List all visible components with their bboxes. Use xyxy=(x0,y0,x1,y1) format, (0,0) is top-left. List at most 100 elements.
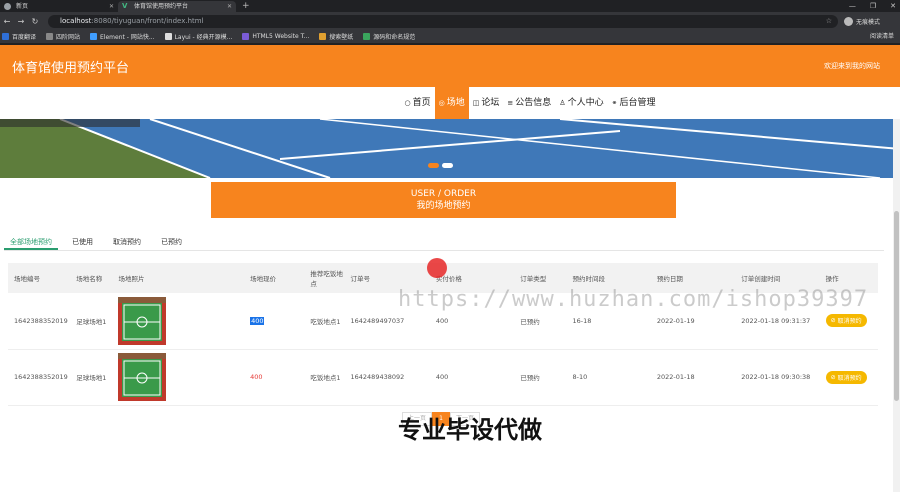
close-tab-icon[interactable]: ✕ xyxy=(227,1,232,12)
scrollbar-thumb[interactable] xyxy=(894,211,899,401)
cell-field-price: 400 xyxy=(244,293,305,350)
cell-photo xyxy=(112,349,245,406)
bookmark-item[interactable]: 百度翻译 xyxy=(2,32,36,41)
forum-icon: ◫ xyxy=(472,99,480,107)
bookmark-star-icon[interactable]: ☆ xyxy=(826,15,832,28)
carousel-indicators xyxy=(428,163,453,168)
bookmark-item[interactable]: 搜索壁纸 xyxy=(319,32,353,41)
table-row: 1642388352019 足球场地1 400 吃饭地点1 1642489438092 4… xyxy=(8,349,878,406)
bookmark-item[interactable]: HTML5 Website T... xyxy=(242,33,309,40)
back-icon[interactable]: ← xyxy=(0,17,14,26)
nav-item-2[interactable]: ◫ 论坛 xyxy=(469,87,504,119)
field-photo xyxy=(118,353,167,401)
nav-item-0[interactable]: ○ 首页 xyxy=(401,87,435,119)
nav-item-label: 后台管理 xyxy=(619,98,656,108)
link-icon: ⚭ xyxy=(611,99,618,107)
watermark: https://www.huzhan.com/ishop39397 xyxy=(398,287,869,312)
browser-tab-2[interactable]: V 体育馆使用预约平台 ✕ xyxy=(118,1,236,12)
bookmark-label: 四阶网站 xyxy=(56,34,81,41)
nav-item-label: 论坛 xyxy=(481,98,500,108)
price-value: 400 xyxy=(250,316,265,325)
bookmark-label: Layui - 经典开源模... xyxy=(174,34,233,41)
column-header: 场地现价 xyxy=(244,263,305,293)
cell-field-name: 足球场地1 xyxy=(70,349,113,406)
order-tab-3[interactable]: 已预约 xyxy=(155,235,188,250)
column-header: 场地名称 xyxy=(70,263,113,293)
close-tab-icon[interactable]: ✕ xyxy=(109,1,114,12)
cancel-booking-button[interactable]: ⊘ 取消预约 xyxy=(825,314,867,328)
cancel-booking-label: 取消预约 xyxy=(837,318,862,326)
cell-field-code: 1642388352019 xyxy=(8,349,71,406)
wallpaper-icon xyxy=(319,33,327,40)
bookmark-item[interactable]: Element - 网站快... xyxy=(90,32,155,41)
nav-item-1[interactable]: ◎ 场地 xyxy=(434,87,469,119)
restore-icon[interactable]: ❐ xyxy=(870,0,876,12)
cell-booking-date: 2022-01-18 xyxy=(650,349,736,406)
reload-icon[interactable]: ↻ xyxy=(28,17,42,26)
order-tabs: 全部场地预约 已使用 取消预约 已预约 xyxy=(4,235,884,251)
window-controls: — ❐ ✕ xyxy=(849,0,896,12)
html5-icon xyxy=(242,33,250,40)
profile-label: 无痕模式 xyxy=(856,18,881,26)
carousel-dot[interactable] xyxy=(442,163,453,168)
globe-icon xyxy=(4,3,11,10)
translate-icon xyxy=(2,33,9,40)
bookmark-label: 百度翻译 xyxy=(12,34,37,41)
cell-order-number: 1642489438092 xyxy=(344,349,430,406)
order-tab-1[interactable]: 已使用 xyxy=(66,235,99,250)
home-icon: ○ xyxy=(404,99,411,107)
url-path: :8080/tiyuguan/front/index.html xyxy=(91,16,204,25)
notice-icon: ≡ xyxy=(507,99,514,107)
order-tab-2[interactable]: 取消预约 xyxy=(107,235,147,250)
carousel-dot[interactable] xyxy=(428,163,439,168)
browser-tab-label: 体育馆使用预约平台 xyxy=(134,3,189,10)
browser-tab-1[interactable]: 新页 ✕ xyxy=(0,1,118,12)
bookmark-label: 源码和命名规范 xyxy=(373,34,416,41)
vue-icon: V xyxy=(122,2,128,10)
order-banner: USER / ORDER 我的场地预约 xyxy=(211,182,676,218)
code-icon xyxy=(363,33,371,40)
cell-food-location: 吃饭地点1 xyxy=(304,349,345,406)
bookmark-label: Element - 网站快... xyxy=(100,34,155,41)
tennis-court-image xyxy=(0,119,900,178)
field-photo xyxy=(118,296,167,345)
nav-item-3[interactable]: ≡ 公告信息 xyxy=(503,87,555,119)
reading-list[interactable]: 阅读清单 xyxy=(870,30,894,44)
cancel-booking-button[interactable]: ⊘ 取消预约 xyxy=(825,370,867,384)
bookmark-item[interactable]: 四阶网站 xyxy=(46,32,80,41)
url-field[interactable]: localhost:8080/tiyuguan/front/index.html… xyxy=(48,14,838,28)
column-header: 场地编号 xyxy=(8,263,71,293)
cell-paid-price: 400 xyxy=(429,349,515,406)
bookmark-item[interactable]: Layui - 经典开源模... xyxy=(164,32,233,41)
profile-button[interactable]: 无痕模式 xyxy=(844,16,881,26)
url-host: localhost xyxy=(60,16,92,25)
cell-created-time: 2022-01-18 09:30:38 xyxy=(735,349,820,406)
overlay-caption: 专业毕设代做 xyxy=(398,416,542,444)
browser-tab-strip: 新页 ✕ V 体育馆使用预约平台 ✕ + — ❐ ✕ xyxy=(0,0,900,12)
user-icon: ♙ xyxy=(559,99,566,107)
page-scrollbar[interactable] xyxy=(893,119,900,492)
bookmark-label: 搜索壁纸 xyxy=(329,34,354,41)
nav-item-4[interactable]: ♙ 个人中心 xyxy=(555,87,607,119)
new-tab-button[interactable]: + xyxy=(236,1,256,12)
order-banner-zh: 我的场地预约 xyxy=(416,201,471,211)
close-window-icon[interactable]: ✕ xyxy=(890,0,896,12)
nav-item-5[interactable]: ⚭ 后台管理 xyxy=(608,87,660,119)
carousel-banner xyxy=(0,119,900,178)
forward-icon[interactable]: → xyxy=(14,17,28,26)
nav-item-label: 公告信息 xyxy=(515,98,552,108)
nav-item-label: 个人中心 xyxy=(567,98,604,108)
order-tab-0[interactable]: 全部场地预约 xyxy=(4,235,58,250)
order-table: 场地编号 场地名称 场地照片 场地现价 推荐吃饭地点 订单号 实付价格 订单类型 预约时间段 预约… xyxy=(8,263,878,406)
order-banner-en: USER / ORDER xyxy=(410,189,477,199)
cancel-booking-label: 取消预约 xyxy=(837,374,862,382)
nav-item-label: 首页 xyxy=(412,98,431,108)
minimize-icon[interactable]: — xyxy=(849,0,856,12)
browser-tab-label: 新页 xyxy=(16,3,29,10)
incognito-avatar-icon xyxy=(844,16,853,26)
element-icon xyxy=(90,33,98,40)
cell-action: ⊘ 取消预约 xyxy=(819,349,878,406)
bookmark-item[interactable]: 源码和命名规范 xyxy=(363,32,415,41)
price-value: 400 xyxy=(250,373,263,381)
cell-field-price: 400 xyxy=(244,349,305,406)
